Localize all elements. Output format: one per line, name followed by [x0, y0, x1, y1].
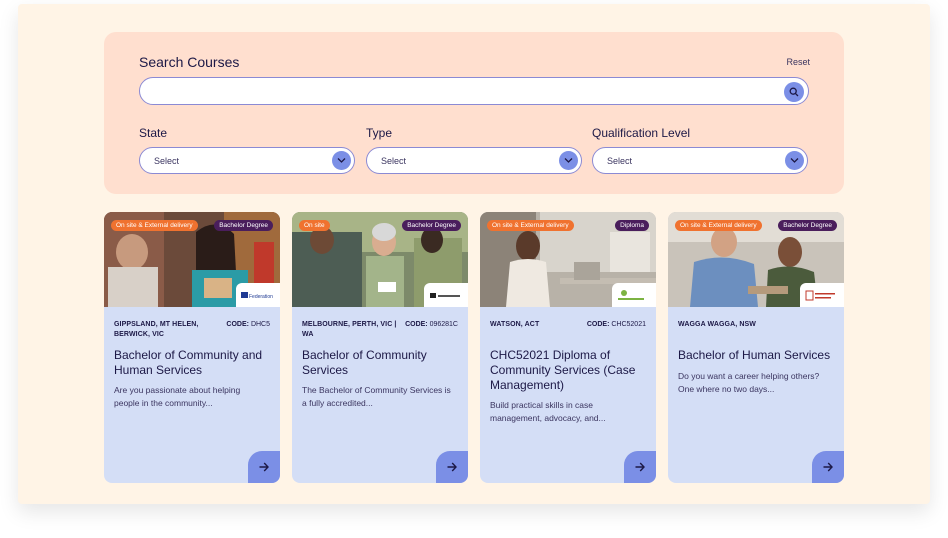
card-description: Build practical skills in case managemen… — [490, 400, 606, 423]
delivery-badge: On site & External delivery — [675, 220, 762, 231]
card-code: CODE: 096281C — [405, 321, 458, 328]
filter-label: State — [139, 126, 168, 140]
level-badge: Bachelor Degree — [214, 220, 273, 231]
card-title[interactable]: CHC52021 Diploma of Community Services (… — [490, 348, 648, 393]
card-title[interactable]: Bachelor of Community Services — [302, 348, 460, 378]
page-frame: Search Courses Reset State Select Type S… — [18, 4, 930, 504]
view-course-button[interactable] — [436, 451, 468, 483]
course-card[interactable]: On site & External delivery Diploma WATS… — [480, 212, 656, 483]
search-button[interactable] — [784, 82, 804, 102]
wellbeing-college-logo — [612, 283, 656, 307]
view-course-button[interactable] — [624, 451, 656, 483]
view-course-button[interactable] — [248, 451, 280, 483]
level-badge: Bachelor Degree — [402, 220, 461, 231]
arrow-right-icon — [823, 462, 833, 472]
logo-text: Federation — [249, 294, 273, 300]
search-panel: Search Courses Reset State Select Type S… — [104, 32, 844, 194]
select-value: Select — [154, 156, 180, 166]
card-description: The Bachelor of Community Services is a … — [302, 385, 451, 408]
card-code: CODE: DHC5 — [226, 321, 270, 328]
reset-link[interactable]: Reset — [786, 57, 810, 67]
arrow-right-icon — [635, 462, 645, 472]
delivery-badge: On site & External delivery — [487, 220, 574, 231]
select-value: Select — [381, 156, 407, 166]
chevron-down-icon[interactable] — [559, 151, 578, 170]
card-location: GIPPSLAND, MT HELEN, BERWICK, VIC — [114, 321, 199, 338]
arrow-right-icon — [447, 462, 457, 472]
level-badge: Diploma — [615, 220, 649, 231]
filter-state: State Select — [139, 126, 355, 174]
course-card[interactable]: On site & External delivery Bachelor Deg… — [104, 212, 280, 483]
view-course-button[interactable] — [812, 451, 844, 483]
card-title[interactable]: Bachelor of Human Services — [678, 348, 836, 363]
provider-logo — [424, 283, 468, 307]
arrow-right-icon — [259, 462, 269, 472]
delivery-badge: On site — [299, 220, 330, 231]
qualification-select[interactable]: Select — [592, 147, 808, 174]
select-value: Select — [607, 156, 633, 166]
card-title[interactable]: Bachelor of Community and Human Services — [114, 348, 272, 378]
card-description: Do you want a career helping others? One… — [678, 371, 820, 394]
search-icon — [789, 87, 799, 97]
level-badge: Bachelor Degree — [778, 220, 837, 231]
card-location: WATSON, ACT — [490, 321, 540, 328]
card-location: MELBOURNE, PERTH, VIC | WA — [302, 321, 397, 338]
course-card[interactable]: On site Bachelor Degree MELBOURNE, PERTH… — [292, 212, 468, 483]
card-location: WAGGA WAGGA, NSW — [678, 321, 756, 328]
filter-label: Type — [366, 126, 393, 140]
filter-type: Type Select — [366, 126, 582, 174]
card-code: CODE: CHC52021 — [586, 321, 646, 328]
type-select[interactable]: Select — [366, 147, 582, 174]
chevron-down-icon[interactable] — [785, 151, 804, 170]
search-title: Search Courses — [139, 54, 240, 70]
delivery-badge: On site & External delivery — [111, 220, 198, 231]
course-card[interactable]: On site & External delivery Bachelor Deg… — [668, 212, 844, 483]
federation-university-logo: Federation — [236, 283, 280, 307]
state-select[interactable]: Select — [139, 147, 355, 174]
chevron-down-icon[interactable] — [332, 151, 351, 170]
search-input[interactable] — [139, 77, 809, 105]
card-description: Are you passionate about helping people … — [114, 385, 241, 408]
filter-label: Qualification Level — [592, 126, 691, 140]
filter-qualification: Qualification Level Select — [592, 126, 808, 174]
charles-sturt-university-logo — [800, 283, 844, 307]
